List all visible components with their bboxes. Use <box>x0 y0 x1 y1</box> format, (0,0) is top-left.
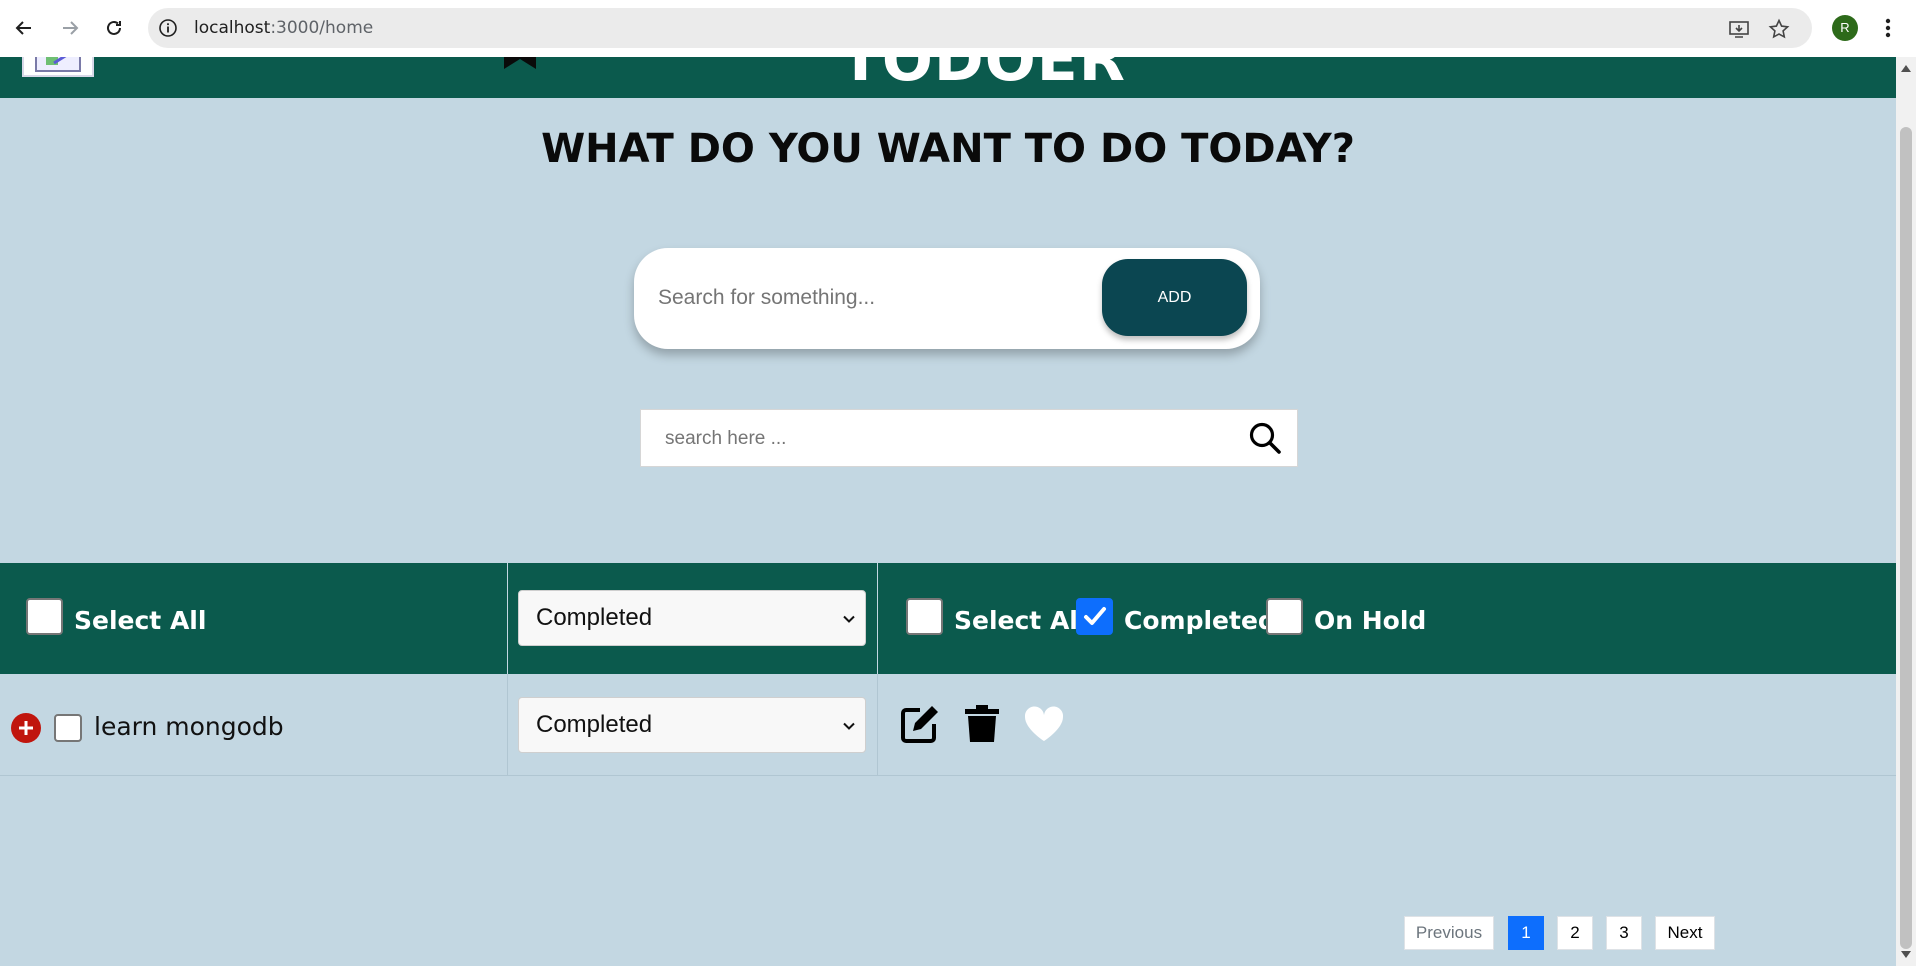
brand-title: TODOER <box>840 57 1126 95</box>
forward-arrow-icon <box>63 21 79 35</box>
search-bar <box>640 409 1298 467</box>
install-app-icon[interactable] <box>1728 18 1750 40</box>
select-all-label: Select All <box>74 606 207 635</box>
edit-icon[interactable] <box>898 702 942 746</box>
app-header: TODOER <box>0 57 1896 98</box>
chevron-down-icon <box>843 722 855 730</box>
browser-toolbar: localhost:3000/home R <box>0 0 1916 57</box>
row-checkbox[interactable] <box>54 714 82 742</box>
bulk-status-select[interactable]: Completed <box>518 590 866 646</box>
url-host: localhost <box>194 18 271 38</box>
scroll-up-arrow-icon[interactable] <box>1901 65 1911 72</box>
profile-avatar[interactable]: R <box>1832 15 1858 41</box>
table-header: Select All Completed Select All Complete… <box>0 563 1896 674</box>
column-divider <box>507 674 508 776</box>
bulk-status-value: Completed <box>536 604 653 631</box>
task-text: learn mongodb <box>94 712 284 741</box>
heart-icon[interactable] <box>1022 702 1066 746</box>
reload-button[interactable] <box>98 12 130 44</box>
search-icon[interactable] <box>1247 420 1283 456</box>
url-text[interactable]: localhost:3000/home <box>194 18 373 38</box>
url-path: :3000/home <box>270 18 374 38</box>
column-divider <box>507 563 508 674</box>
column-divider <box>877 563 878 674</box>
filter-on-hold-label: On Hold <box>1314 606 1427 635</box>
pagination-page-2[interactable]: 2 <box>1557 916 1593 950</box>
page-scrollbar[interactable] <box>1896 57 1916 966</box>
pagination-page-1[interactable]: 1 <box>1508 916 1544 950</box>
row-status-value: Completed <box>536 711 653 738</box>
checkmark-icon <box>1084 607 1106 625</box>
filter-completed-checkbox[interactable] <box>1076 598 1113 635</box>
filter-select-all-checkbox[interactable] <box>906 598 943 635</box>
row-status-select[interactable]: Completed <box>518 697 866 753</box>
filter-on-hold-checkbox[interactable] <box>1266 598 1303 635</box>
bookmark-icon <box>504 57 536 69</box>
address-bar[interactable]: localhost:3000/home <box>148 8 1812 48</box>
scroll-down-arrow-icon[interactable] <box>1901 951 1911 958</box>
plus-circle-icon[interactable] <box>10 712 42 744</box>
back-button[interactable] <box>8 12 40 44</box>
filter-select-all-label: Select All <box>954 606 1087 635</box>
reload-icon <box>107 20 121 35</box>
page-title: WHAT DO YOU WANT TO DO TODAY? <box>541 126 1355 172</box>
pagination-previous[interactable]: Previous <box>1404 916 1494 950</box>
table-row: learn mongodb Completed <box>0 674 1896 776</box>
back-arrow-icon <box>15 21 31 35</box>
scroll-thumb[interactable] <box>1900 127 1912 949</box>
pagination-next[interactable]: Next <box>1655 916 1715 950</box>
search-input[interactable] <box>665 422 1225 456</box>
select-all-checkbox[interactable] <box>26 598 63 635</box>
star-icon[interactable] <box>1768 18 1790 40</box>
add-task-input[interactable] <box>658 278 1078 318</box>
forward-button[interactable] <box>54 12 86 44</box>
info-icon[interactable] <box>158 18 178 38</box>
column-divider <box>877 674 878 776</box>
filter-completed-label: Completed <box>1124 606 1276 635</box>
add-task-form: ADD <box>634 248 1260 349</box>
add-button[interactable]: ADD <box>1102 259 1247 336</box>
app-logo[interactable] <box>22 57 94 77</box>
trash-icon[interactable] <box>960 702 1004 746</box>
pagination-page-3[interactable]: 3 <box>1606 916 1642 950</box>
logo-graphic-icon <box>35 57 81 72</box>
chevron-down-icon <box>843 615 855 623</box>
kebab-menu-icon[interactable] <box>1878 14 1898 42</box>
